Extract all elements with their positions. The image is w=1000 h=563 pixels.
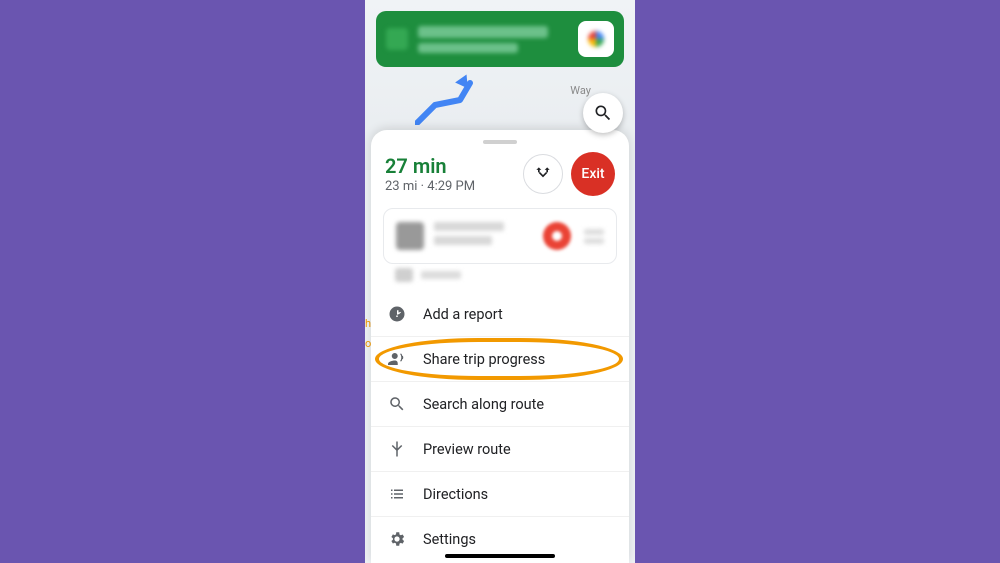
share-person-icon	[387, 350, 407, 368]
map-search-button[interactable]	[583, 93, 623, 133]
alternate-routes-button[interactable]	[523, 154, 563, 194]
menu-label: Add a report	[423, 306, 503, 323]
exit-navigation-button[interactable]: Exit	[571, 152, 615, 196]
assistant-mic-button[interactable]	[578, 21, 614, 57]
banner-text-redacted	[418, 26, 578, 53]
destination-brand-icon	[540, 219, 574, 253]
menu-item-search-route[interactable]: Search along route	[371, 381, 629, 426]
menu-item-share-trip[interactable]: Share trip progress	[371, 336, 629, 381]
search-icon	[387, 395, 407, 413]
destination-subline-redacted	[395, 268, 617, 282]
trip-bottom-sheet: 27 min 23 mi · 4:29 PM Exit	[371, 130, 629, 563]
phone-screen: Way 27 min 23 mi · 4:29 PM Exi	[365, 0, 635, 563]
menu-label: Settings	[423, 531, 476, 548]
exit-label: Exit	[581, 166, 604, 182]
trip-summary-row: 27 min 23 mi · 4:29 PM Exit	[371, 152, 629, 196]
menu-label: Search along route	[423, 396, 544, 413]
menu-label: Share trip progress	[423, 351, 545, 368]
card-extra-redacted	[584, 226, 604, 247]
menu-item-directions[interactable]: Directions	[371, 471, 629, 516]
search-icon	[593, 103, 613, 123]
sheet-drag-handle[interactable]	[483, 140, 517, 144]
arrival-time: 4:29 PM	[427, 179, 475, 194]
menu-label: Directions	[423, 486, 488, 503]
destination-card[interactable]	[383, 208, 617, 264]
banner-app-icon	[386, 28, 408, 50]
menu-label: Preview route	[423, 441, 511, 458]
trip-subline: 23 mi · 4:29 PM	[385, 179, 515, 194]
destination-text-redacted	[434, 222, 530, 250]
fork-icon	[387, 440, 407, 458]
home-indicator[interactable]	[445, 554, 555, 558]
gear-icon	[387, 530, 407, 548]
list-icon	[387, 485, 407, 503]
menu-item-preview-route[interactable]: Preview route	[371, 426, 629, 471]
trip-distance: 23 mi	[385, 179, 417, 194]
road-label: Way	[570, 84, 591, 97]
trip-actions-menu: Add a report Share trip progress Search …	[371, 292, 629, 561]
assistant-icon	[588, 31, 604, 47]
destination-thumbnail	[396, 222, 424, 250]
route-fork-icon	[533, 164, 553, 184]
eta-time: 27 min	[385, 155, 515, 177]
navigation-banner[interactable]	[376, 11, 624, 67]
menu-item-add-report[interactable]: Add a report	[371, 292, 629, 336]
report-icon	[387, 305, 407, 323]
